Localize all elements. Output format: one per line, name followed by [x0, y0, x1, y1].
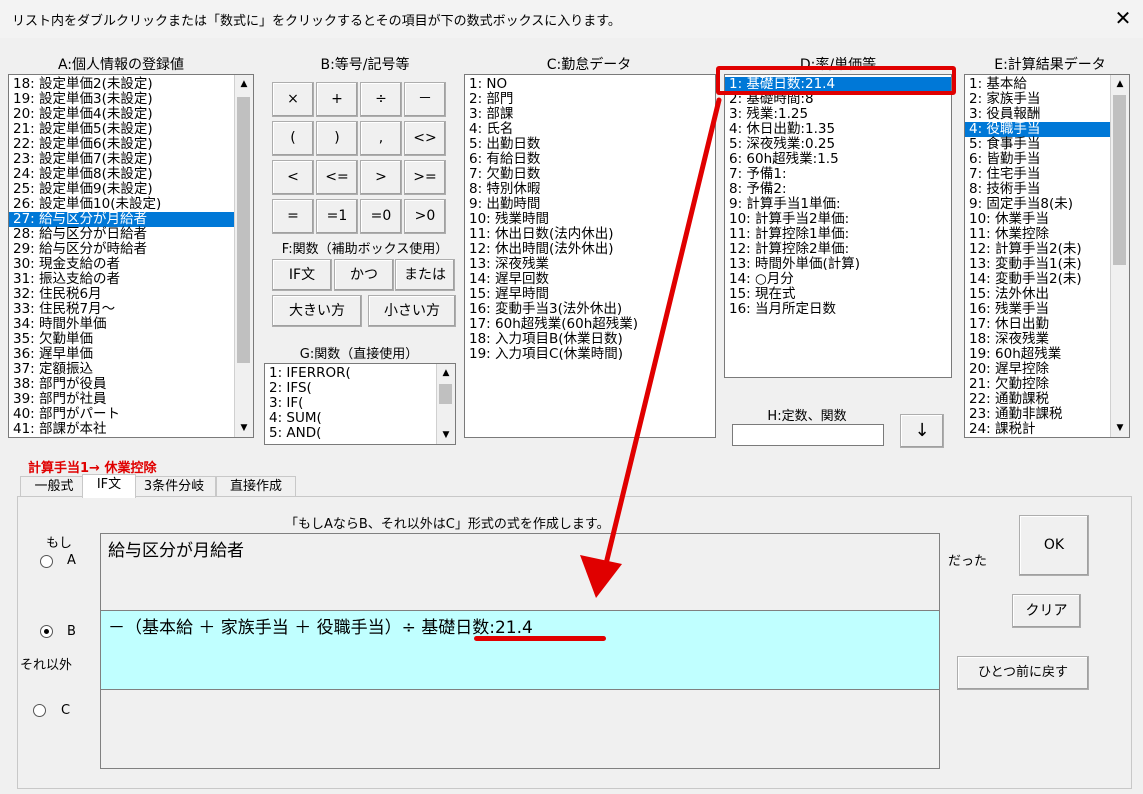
- tab-if[interactable]: IF文: [82, 474, 136, 498]
- arrow-annotation: [580, 97, 722, 598]
